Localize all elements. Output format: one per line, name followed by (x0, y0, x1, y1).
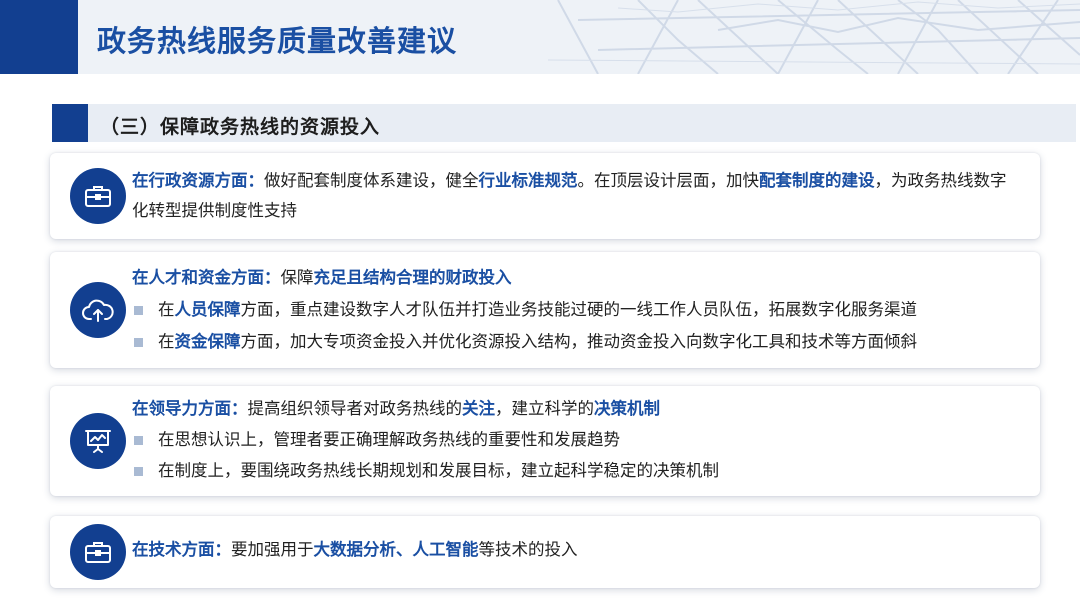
card-text: 在行政资源方面：做好配套制度体系建设，健全行业标准规范。在顶层设计层面，加快配套… (132, 166, 1022, 226)
card-highlight: 决策机制 (594, 399, 660, 418)
briefcase-icon (70, 524, 126, 580)
card-text: 在人才和资金方面：保障充足且结构合理的财政投入 在人员保障方面，重点建设数字人才… (132, 262, 1022, 358)
card-administrative-resources: 在行政资源方面：做好配套制度体系建设，健全行业标准规范。在顶层设计层面，加快配套… (50, 153, 1040, 239)
card-technology: 在技术方面：要加强用于大数据分析、人工智能等技术的投入 (50, 516, 1040, 588)
bullet-item: 在制度上，要围绕政务热线长期规划和发展目标，建立起科学稳定的决策机制 (132, 455, 1022, 486)
bullet-text: 在思想认识上，管理者要正确理解政务热线的重要性和发展趋势 (158, 430, 620, 449)
briefcase-icon (70, 168, 126, 224)
bullet-text: 在 (158, 300, 175, 319)
card-lead: 在领导力方面： (132, 399, 248, 418)
card-text: 在领导力方面：提高组织领导者对政务热线的关注，建立科学的决策机制 在思想认识上，… (132, 393, 1022, 486)
section-title: （三）保障政务热线的资源投入 (100, 116, 381, 138)
card-highlight: 配套制度的建设 (759, 171, 875, 190)
section-heading-bar: （三）保障政务热线的资源投入 (52, 104, 1076, 142)
card-text-segment: 保障 (280, 268, 314, 287)
bullet-highlight: 人员保障 (174, 300, 241, 319)
card-highlight: 行业标准规范 (478, 171, 578, 190)
card-highlight: 充足且结构合理的财政投入 (313, 268, 512, 287)
card-highlight: 大数据分析、人工智能 (313, 540, 479, 559)
card-leadership: 在领导力方面：提高组织领导者对政务热线的关注，建立科学的决策机制 在思想认识上，… (50, 386, 1040, 496)
bullet-text: 方面，加大专项资金投入并优化资源投入结构，推动资金投入向数字化工具和技术等方面倾… (240, 332, 918, 351)
bullet-text: 在制度上，要围绕政务热线长期规划和发展目标，建立起科学稳定的决策机制 (158, 461, 719, 480)
card-lead-line: 在领导力方面：提高组织领导者对政务热线的关注，建立科学的决策机制 (132, 393, 1022, 424)
card-text-segment: 提高组织领导者对政务热线的 (247, 399, 463, 418)
card-text-segment: 做好配套制度体系建设，健全 (264, 171, 479, 190)
page-title: 政务热线服务质量改善建议 (97, 24, 458, 58)
presentation-chart-icon (70, 413, 126, 469)
card-lead: 在行政资源方面： (132, 171, 264, 190)
card-lead: 在人才和资金方面： (132, 268, 281, 287)
card-highlight: 关注 (462, 399, 495, 418)
card-text-segment: 等技术的投入 (478, 540, 578, 559)
bullet-highlight: 资金保障 (174, 332, 241, 351)
card-text: 在技术方面：要加强用于大数据分析、人工智能等技术的投入 (132, 535, 1022, 565)
card-text-segment: 。在顶层设计层面，加快 (577, 171, 760, 190)
card-lead: 在技术方面： (132, 540, 231, 559)
header-banner: 政务热线服务质量改善建议 (0, 0, 1080, 74)
card-talent-and-funds: 在人才和资金方面：保障充足且结构合理的财政投入 在人员保障方面，重点建设数字人才… (50, 252, 1040, 368)
bullet-item: 在思想认识上，管理者要正确理解政务热线的重要性和发展趋势 (132, 424, 1022, 455)
bullet-text: 方面，重点建设数字人才队伍并打造业务技能过硬的一线工作人员队伍，拓展数字化服务渠… (240, 300, 918, 319)
card-lead-line: 在人才和资金方面：保障充足且结构合理的财政投入 (132, 262, 1022, 294)
bullet-item: 在资金保障方面，加大专项资金投入并优化资源投入结构，推动资金投入向数字化工具和技… (132, 326, 1022, 358)
header-accent-block (0, 0, 78, 74)
card-text-segment: ，建立科学的 (495, 399, 594, 418)
cloud-upload-icon (70, 282, 126, 338)
section-marker (52, 104, 88, 142)
card-text-segment: 要加强用于 (231, 540, 314, 559)
bullet-text: 在 (158, 332, 175, 351)
bullet-item: 在人员保障方面，重点建设数字人才队伍并打造业务技能过硬的一线工作人员队伍，拓展数… (132, 294, 1022, 326)
